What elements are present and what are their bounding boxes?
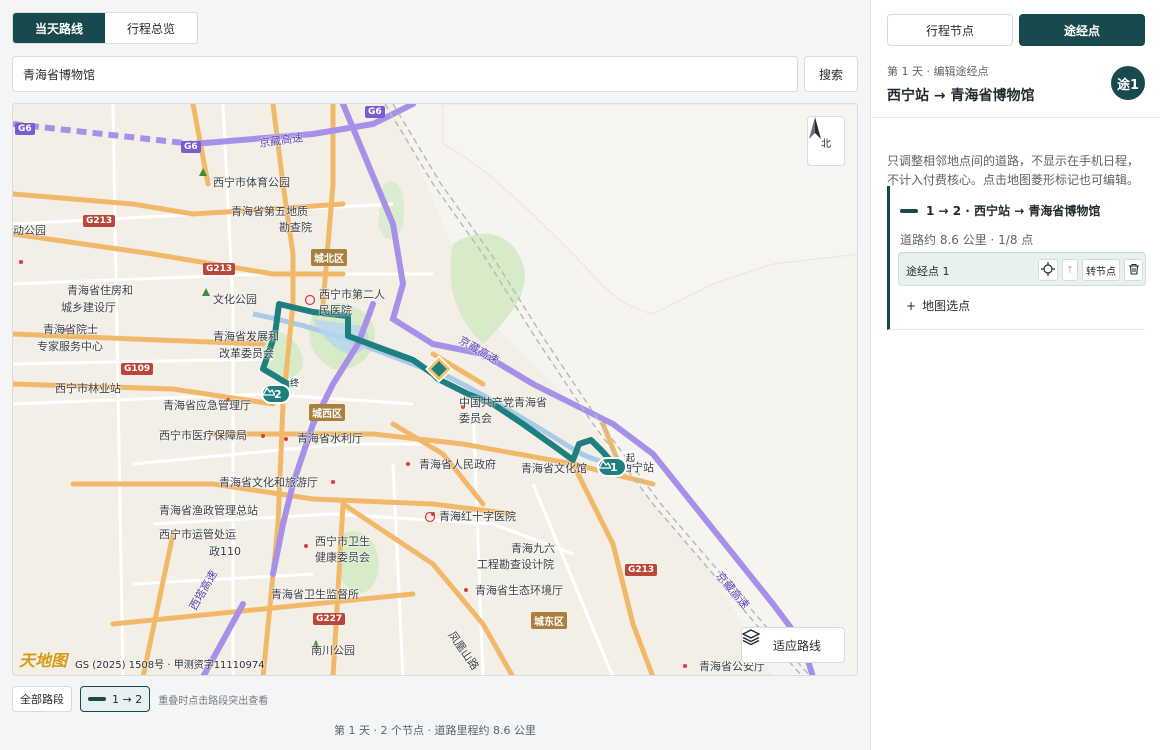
start-tag: 起 bbox=[625, 451, 637, 464]
road-shield: G213 bbox=[83, 215, 116, 227]
crosshair-icon bbox=[1041, 261, 1055, 279]
segment-card-header[interactable]: 1 → 2 · 西宁站 → 青海省博物馆 bbox=[900, 202, 1100, 219]
map-label: 青海省文化和旅游厅 bbox=[219, 476, 318, 489]
map-label: 青海省水利厅 bbox=[297, 432, 363, 445]
waypoint-name: 途经点 1 bbox=[906, 265, 950, 278]
road-shield: G213 bbox=[625, 564, 658, 576]
delete-waypoint-button[interactable] bbox=[1124, 259, 1143, 281]
locate-waypoint-button[interactable] bbox=[1038, 259, 1058, 281]
map-label: 文化公园 bbox=[213, 293, 257, 306]
map-label: 青海红十字医院 bbox=[439, 510, 516, 523]
map-copyright: GS (2025) 1508号 · 甲测资字11110974 bbox=[75, 660, 265, 671]
trash-icon bbox=[1128, 263, 1140, 278]
map-label: 青海省第五地质 bbox=[231, 205, 308, 218]
panel-title: 西宁站 → 青海省博物馆 bbox=[887, 88, 1035, 104]
day-summary: 第 1 天 · 2 个节点 · 道路里程约 8.6 公里 bbox=[334, 724, 536, 737]
search-bar: 搜索 bbox=[12, 56, 858, 92]
map-label: 青海省人民政府 bbox=[419, 458, 496, 471]
map-label: 青海省文化馆 bbox=[521, 462, 587, 475]
plus-icon: + bbox=[906, 298, 917, 313]
map-label: 西宁市运管处运 bbox=[159, 528, 236, 541]
end-marker[interactable]: 2 bbox=[261, 384, 291, 404]
road-shield: G213 bbox=[203, 263, 236, 275]
waypoint-panel: 行程节点 途经点 第 1 天 · 编辑途经点 西宁站 → 青海省博物馆 途1 只… bbox=[870, 0, 1160, 750]
pick-on-map-label: 地图选点 bbox=[922, 299, 971, 313]
panel-subtitle: 第 1 天 · 编辑途经点 bbox=[887, 65, 989, 78]
map-label: 青海省卫生监督所 bbox=[271, 588, 359, 601]
move-up-button[interactable]: ↑ bbox=[1062, 259, 1078, 281]
map-label: 健康委员会 bbox=[315, 551, 370, 564]
waypoint-badge: 途1 bbox=[1111, 66, 1145, 100]
start-marker[interactable]: 1 bbox=[597, 457, 627, 477]
map-label: 西宁市医疗保障局 bbox=[159, 429, 247, 442]
segment-color-swatch bbox=[88, 697, 106, 701]
map-label: 青海省院士 bbox=[43, 323, 98, 336]
start-marker-label: 1 bbox=[610, 460, 618, 474]
pick-on-map-button[interactable]: + 地图选点 bbox=[906, 297, 970, 314]
map-label: 委员会 bbox=[459, 412, 492, 425]
waypoint-row[interactable]: 途经点 1 ↑ 转节点 bbox=[898, 252, 1146, 286]
map-label: 西宁市第二人 bbox=[319, 288, 385, 301]
map-label: 青海省生态环境厅 bbox=[475, 584, 563, 597]
map-label: 青海九六 bbox=[511, 542, 555, 555]
map-label: 勘查院 bbox=[279, 221, 312, 234]
segment-card: 1 → 2 · 西宁站 → 青海省博物馆 道路约 8.6 公里 · 1/8 点 … bbox=[887, 186, 1146, 330]
map-label: 城乡建设厅 bbox=[61, 301, 116, 314]
compass-label: 北 bbox=[821, 138, 831, 150]
road-shield: G109 bbox=[121, 363, 154, 375]
map-label: 动公园 bbox=[13, 224, 46, 237]
map-label: 南川公园 bbox=[311, 644, 355, 657]
segment-filter: 全部路段 1 → 2 重叠时点击路段突出查看 bbox=[12, 686, 268, 712]
panel-description: 只调整相邻地点间的道路，不显示在手机日程，不计入付费核心。点击地图菱形标记也可编… bbox=[887, 154, 1140, 187]
compass-button[interactable]: 北 bbox=[807, 116, 845, 166]
map-provider-logo: 天地图 bbox=[19, 651, 68, 670]
map-label: 西宁市体育公园 bbox=[213, 176, 290, 189]
segment-card-meta: 道路约 8.6 公里 · 1/8 点 bbox=[900, 233, 1034, 247]
tab-trip-nodes[interactable]: 行程节点 bbox=[887, 14, 1013, 46]
segment-card-title: 1 → 2 · 西宁站 → 青海省博物馆 bbox=[926, 204, 1101, 218]
road-shield: G6 bbox=[15, 123, 35, 135]
view-tabs: 当天路线 行程总览 bbox=[12, 12, 198, 44]
route-editor: 当天路线 行程总览 搜索 bbox=[0, 0, 870, 750]
map-label: 青海省应急管理厅 bbox=[163, 399, 251, 412]
map-label: 中国共产党青海省 bbox=[459, 396, 547, 409]
fit-route-label: 适应路线 bbox=[772, 638, 821, 653]
map-label: 政110 bbox=[209, 545, 241, 558]
map-label: 西宁市卫生 bbox=[315, 535, 370, 548]
tab-today-route[interactable]: 当天路线 bbox=[13, 13, 105, 43]
search-button[interactable]: 搜索 bbox=[804, 56, 858, 92]
map-label: 西宁市林业站 bbox=[55, 382, 121, 395]
place-search-input[interactable] bbox=[12, 56, 798, 92]
fit-route-button[interactable]: 适应路线 bbox=[741, 627, 845, 663]
segment-color-swatch bbox=[900, 208, 918, 213]
map-label: 青海省渔政管理总站 bbox=[159, 504, 258, 517]
segment-hint: 重叠时点击路段突出查看 bbox=[158, 695, 269, 707]
map-label: 青海省发展和 bbox=[213, 330, 279, 343]
map-label: 民医院 bbox=[319, 304, 352, 317]
district-label-chengxi: 城西区 bbox=[309, 404, 345, 421]
map-view[interactable]: 城北区 城西区 城东区 G6 G6 G6 G213 G213 G109 G213… bbox=[12, 103, 858, 676]
road-shield: G227 bbox=[313, 613, 346, 625]
district-label-chengbei: 城北区 bbox=[311, 249, 347, 266]
map-label: 改革委员会 bbox=[219, 347, 274, 360]
map-label: 专家服务中心 bbox=[37, 340, 103, 353]
map-label: 青海省住房和 bbox=[67, 284, 133, 297]
divider bbox=[871, 117, 1160, 118]
road-shield: G6 bbox=[365, 106, 385, 118]
end-marker-label: 2 bbox=[274, 387, 282, 401]
all-segments-button[interactable]: 全部路段 bbox=[12, 686, 72, 712]
segment-button-1-2[interactable]: 1 → 2 bbox=[80, 686, 151, 712]
segment-label: 1 → 2 bbox=[112, 692, 143, 706]
panel-tabs: 行程节点 途经点 bbox=[887, 14, 1145, 46]
end-tag: 终 bbox=[289, 376, 301, 389]
tab-trip-overview[interactable]: 行程总览 bbox=[105, 13, 197, 43]
convert-to-node-button[interactable]: 转节点 bbox=[1082, 259, 1120, 281]
district-label-chengdong: 城东区 bbox=[531, 612, 567, 629]
road-shield: G6 bbox=[181, 141, 201, 153]
tab-waypoints[interactable]: 途经点 bbox=[1019, 14, 1145, 46]
map-label: 工程勘查设计院 bbox=[477, 558, 554, 571]
